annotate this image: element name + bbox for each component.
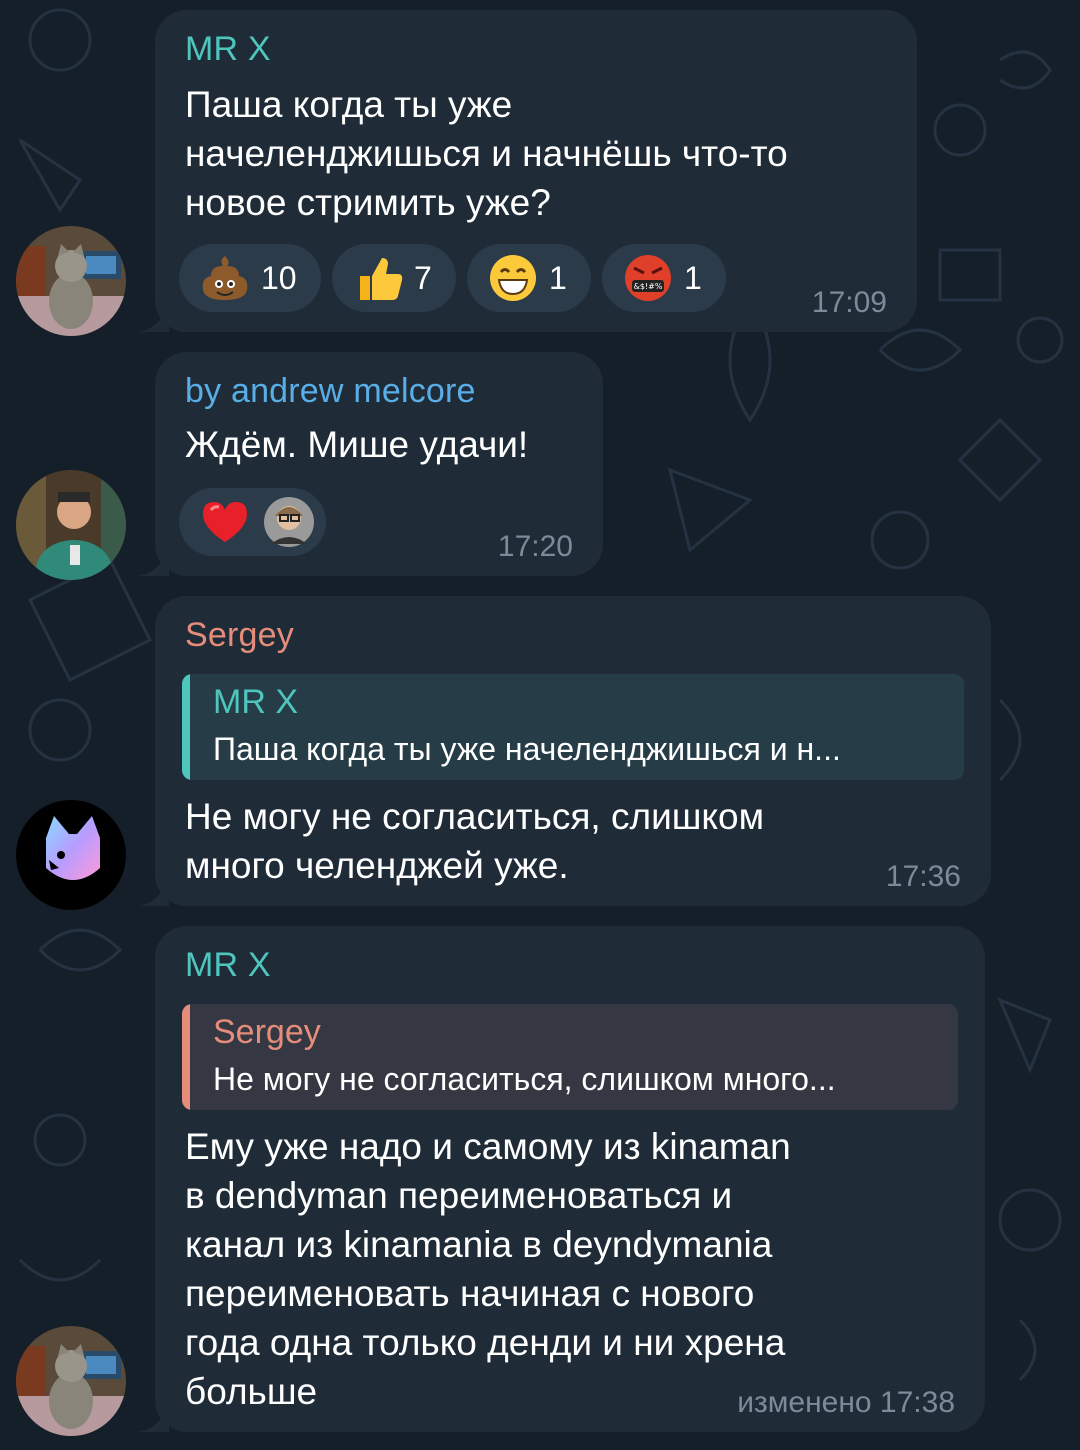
reply-quote[interactable]: MR X Паша когда ты уже начеленджишься и … (182, 674, 964, 780)
message-time: 17:09 (811, 286, 887, 319)
reaction-count: 1 (549, 259, 567, 296)
reply-accent-bar (182, 674, 190, 780)
message-line: Ждём. Мише удачи! (185, 424, 529, 465)
grinning-face-emoji-icon (490, 255, 536, 301)
cat-logo-icon (16, 800, 126, 910)
sender-name[interactable]: Sergey (185, 616, 294, 655)
message-text: Ждём. Мише удачи! (185, 420, 528, 469)
message-text: Паша когда ты уже начеленджишься и начнё… (185, 80, 788, 227)
message-bubble[interactable]: by andrew melcore Ждём. Мише удачи! 17:2… (139, 352, 603, 576)
bubble-tail (139, 546, 169, 576)
reply-quote[interactable]: Sergey Не могу не согласиться, слишком м… (182, 1004, 958, 1110)
reply-text: Не могу не согласиться, слишком много... (213, 1061, 836, 1097)
svg-text:&$!#%: &$!#% (634, 282, 663, 291)
message-line: Ему уже надо и самому из kinaman (185, 1126, 791, 1167)
message-line: переименовать начиная с нового (185, 1273, 755, 1314)
message-text: Не могу не согласиться, слишком много че… (185, 792, 764, 890)
reaction-count: 10 (261, 259, 297, 296)
message-text: Ему уже надо и самому из kinaman в dendy… (185, 1122, 791, 1416)
bubble-tail (139, 302, 169, 332)
message-line: в dendyman переименоваться и (185, 1175, 733, 1216)
message-line: больше (185, 1371, 318, 1412)
message-bubble[interactable]: Sergey MR X Паша когда ты уже начеленджи… (139, 596, 991, 906)
message-bubble[interactable]: MR X Sergey Не могу не согласиться, слиш… (139, 926, 985, 1432)
sender-name[interactable]: MR X (185, 30, 271, 69)
poop-emoji-icon (202, 256, 248, 300)
sender-name[interactable]: MR X (185, 946, 271, 985)
message-line: много челенджей уже. (185, 845, 569, 886)
reply-text: Паша когда ты уже начеленджишься и н... (213, 731, 841, 767)
message-time: изменено 17:38 (737, 1386, 955, 1419)
message-line: начеленджишься и начнёшь что-то (185, 133, 788, 174)
sender-name[interactable]: by andrew melcore (185, 372, 476, 411)
reaction-poop[interactable]: 10 (179, 244, 321, 312)
reaction-heart[interactable] (179, 488, 326, 556)
message-line: новое стримить уже? (185, 182, 551, 223)
message-line: канал из kinamania в deyndymania (185, 1224, 773, 1265)
avatar-andrew[interactable] (16, 470, 126, 580)
reply-accent-bar (182, 1004, 190, 1110)
message-time: 17:20 (497, 530, 573, 563)
reply-sender: Sergey (213, 1013, 321, 1051)
reply-sender: MR X (213, 683, 298, 721)
red-heart-emoji-icon (203, 502, 247, 542)
message-bubble[interactable]: MR X Паша когда ты уже начеленджишься и … (139, 10, 917, 332)
reaction-cursing[interactable]: &$!#% 1 (602, 244, 726, 312)
avatar-mrx-2[interactable] (16, 1326, 126, 1436)
reaction-count: 7 (414, 259, 432, 296)
thumbs-up-emoji-icon (360, 258, 403, 300)
reaction-thumbs-up[interactable]: 7 (332, 244, 456, 312)
message-line: Паша когда ты уже (185, 84, 513, 125)
avatar-sergey[interactable] (16, 800, 126, 910)
message-time: 17:36 (885, 860, 961, 893)
message-line: Не могу не согласиться, слишком (185, 796, 765, 837)
reactor-avatar (264, 497, 314, 547)
cat-photo-icon (16, 226, 126, 336)
avatar-mrx[interactable] (16, 226, 126, 336)
message-line: года одна только денди и ни хрена (185, 1322, 786, 1363)
cursing-face-emoji-icon: &$!#% (625, 255, 671, 301)
reaction-grinning[interactable]: 1 (467, 244, 591, 312)
bubble-tail (139, 1402, 169, 1432)
bubble-tail (139, 876, 169, 906)
cat-photo-icon (16, 1326, 126, 1436)
reaction-count: 1 (684, 259, 702, 296)
person-photo-icon (16, 470, 126, 580)
